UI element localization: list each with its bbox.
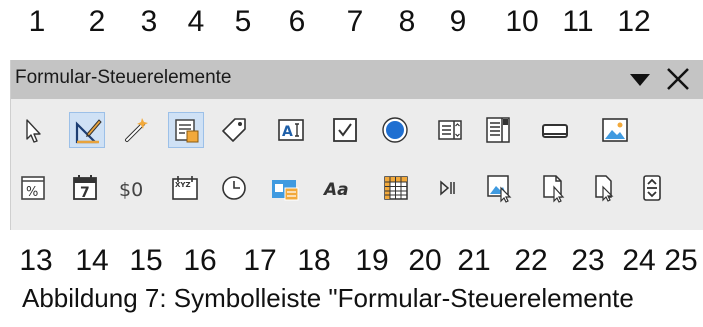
number-label: 10 bbox=[505, 5, 539, 38]
number-label: 13 bbox=[19, 244, 53, 277]
group-box-icon[interactable] bbox=[267, 170, 303, 206]
pattern-field-icon[interactable]: XYZ bbox=[167, 170, 203, 206]
toolbar-titlebar[interactable]: Formular-Steuerelemente bbox=[11, 60, 703, 99]
number-label: 22 bbox=[514, 244, 548, 277]
label-tag-icon[interactable] bbox=[216, 112, 252, 148]
date-field-icon[interactable]: 7 bbox=[67, 170, 103, 206]
image-button-icon[interactable] bbox=[597, 112, 633, 148]
number-label: 1 bbox=[28, 5, 46, 38]
control-wizards-icon[interactable] bbox=[119, 112, 155, 148]
number-label: 24 bbox=[622, 244, 656, 277]
svg-text:A: A bbox=[282, 124, 293, 140]
combo-box-icon[interactable] bbox=[480, 112, 516, 148]
number-label: 5 bbox=[234, 5, 252, 38]
svg-text:$0: $0 bbox=[119, 179, 143, 201]
close-icon[interactable] bbox=[663, 64, 693, 94]
check-box-icon[interactable] bbox=[327, 112, 363, 148]
toolbar-title: Formular-Steuerelemente bbox=[15, 67, 232, 88]
number-label: 9 bbox=[449, 5, 467, 38]
number-label: 4 bbox=[187, 5, 205, 38]
table-control-icon[interactable] bbox=[378, 170, 414, 206]
number-label: 18 bbox=[297, 244, 331, 277]
number-label: 12 bbox=[617, 5, 651, 38]
svg-text:Aa: Aa bbox=[323, 180, 349, 200]
number-label: 16 bbox=[183, 244, 217, 277]
scroll-bar-icon[interactable] bbox=[634, 170, 670, 206]
number-label: 25 bbox=[664, 244, 698, 277]
number-label: 7 bbox=[346, 5, 364, 38]
number-label: 15 bbox=[129, 244, 163, 277]
spin-button-icon[interactable] bbox=[586, 170, 622, 206]
push-button-icon[interactable] bbox=[537, 112, 573, 148]
currency-field-icon[interactable]: $0 bbox=[115, 170, 151, 206]
text-formatting-icon[interactable]: Aa bbox=[320, 170, 356, 206]
time-field-icon[interactable] bbox=[216, 170, 252, 206]
number-label: 3 bbox=[140, 5, 158, 38]
text-box-icon[interactable]: A bbox=[273, 112, 309, 148]
svg-text:XYZ: XYZ bbox=[175, 181, 191, 189]
svg-text:%: % bbox=[26, 185, 38, 200]
number-label: 6 bbox=[288, 5, 306, 38]
number-label: 11 bbox=[562, 5, 594, 38]
number-label: 14 bbox=[75, 244, 109, 277]
svg-text:7: 7 bbox=[80, 185, 90, 201]
design-mode-icon[interactable] bbox=[69, 112, 105, 148]
navigation-bar-icon[interactable] bbox=[430, 170, 466, 206]
list-box-icon[interactable] bbox=[432, 112, 468, 148]
formatted-field-icon[interactable]: % bbox=[15, 170, 51, 206]
file-selection-icon[interactable] bbox=[536, 170, 572, 206]
select-pointer-icon[interactable] bbox=[15, 112, 51, 148]
bottom-number-row: 13 14 15 16 17 18 19 20 21 22 23 24 25 bbox=[0, 241, 703, 281]
number-label: 21 bbox=[457, 244, 491, 277]
number-label: 19 bbox=[355, 244, 389, 277]
option-button-icon[interactable] bbox=[377, 112, 413, 148]
dropdown-triangle-icon[interactable] bbox=[625, 64, 655, 94]
number-label: 8 bbox=[398, 5, 416, 38]
form-controls-toolbar: Formular-Steuerelemente A % 7 $0 XYZ Aa bbox=[10, 60, 703, 230]
top-number-row: 1 2 3 4 5 6 7 8 9 10 11 12 bbox=[0, 2, 703, 42]
number-label: 20 bbox=[408, 244, 442, 277]
number-label: 17 bbox=[243, 244, 277, 277]
figure-caption: Abbildung 7: Symbolleiste "Formular-Steu… bbox=[22, 283, 634, 313]
number-label: 2 bbox=[88, 5, 106, 38]
number-label: 23 bbox=[571, 244, 605, 277]
form-design-icon[interactable] bbox=[168, 112, 204, 148]
image-control-icon[interactable] bbox=[482, 170, 518, 206]
